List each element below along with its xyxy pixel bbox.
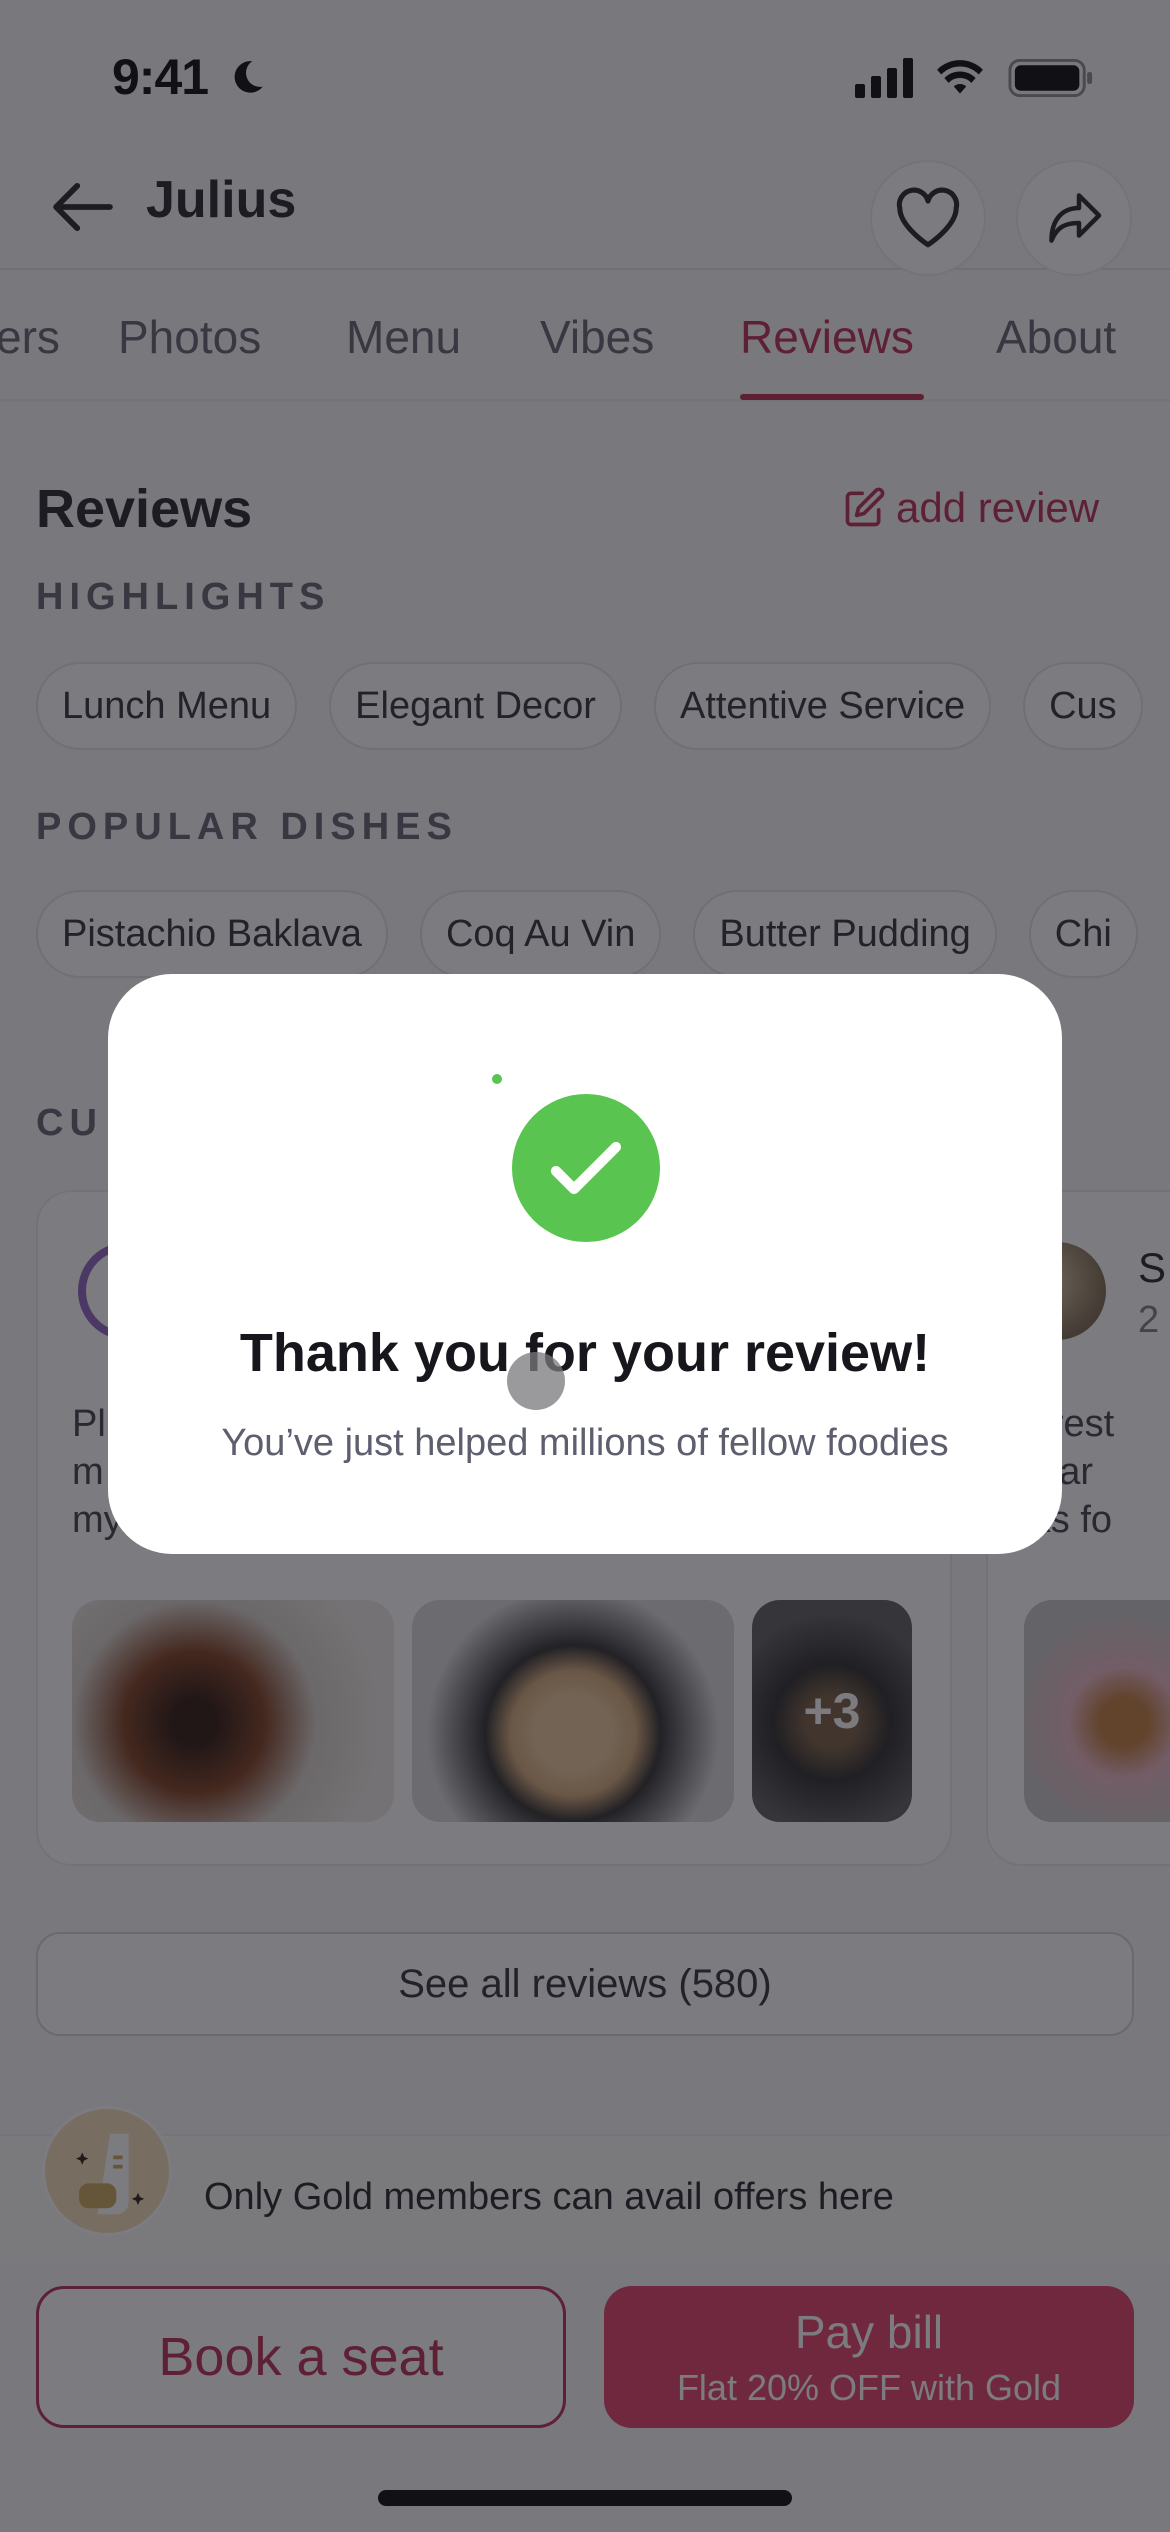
success-check-icon xyxy=(512,1094,660,1242)
touch-indicator xyxy=(507,1352,565,1410)
dialog-title: Thank you for your review! xyxy=(239,1323,931,1383)
review-success-dialog: Thank you for your review! You’ve just h… xyxy=(108,974,1062,1554)
dialog-subtitle: You’ve just helped millions of fellow fo… xyxy=(221,1422,949,1464)
checkmark-icon xyxy=(550,1141,622,1195)
confetti-dot xyxy=(492,1074,502,1084)
